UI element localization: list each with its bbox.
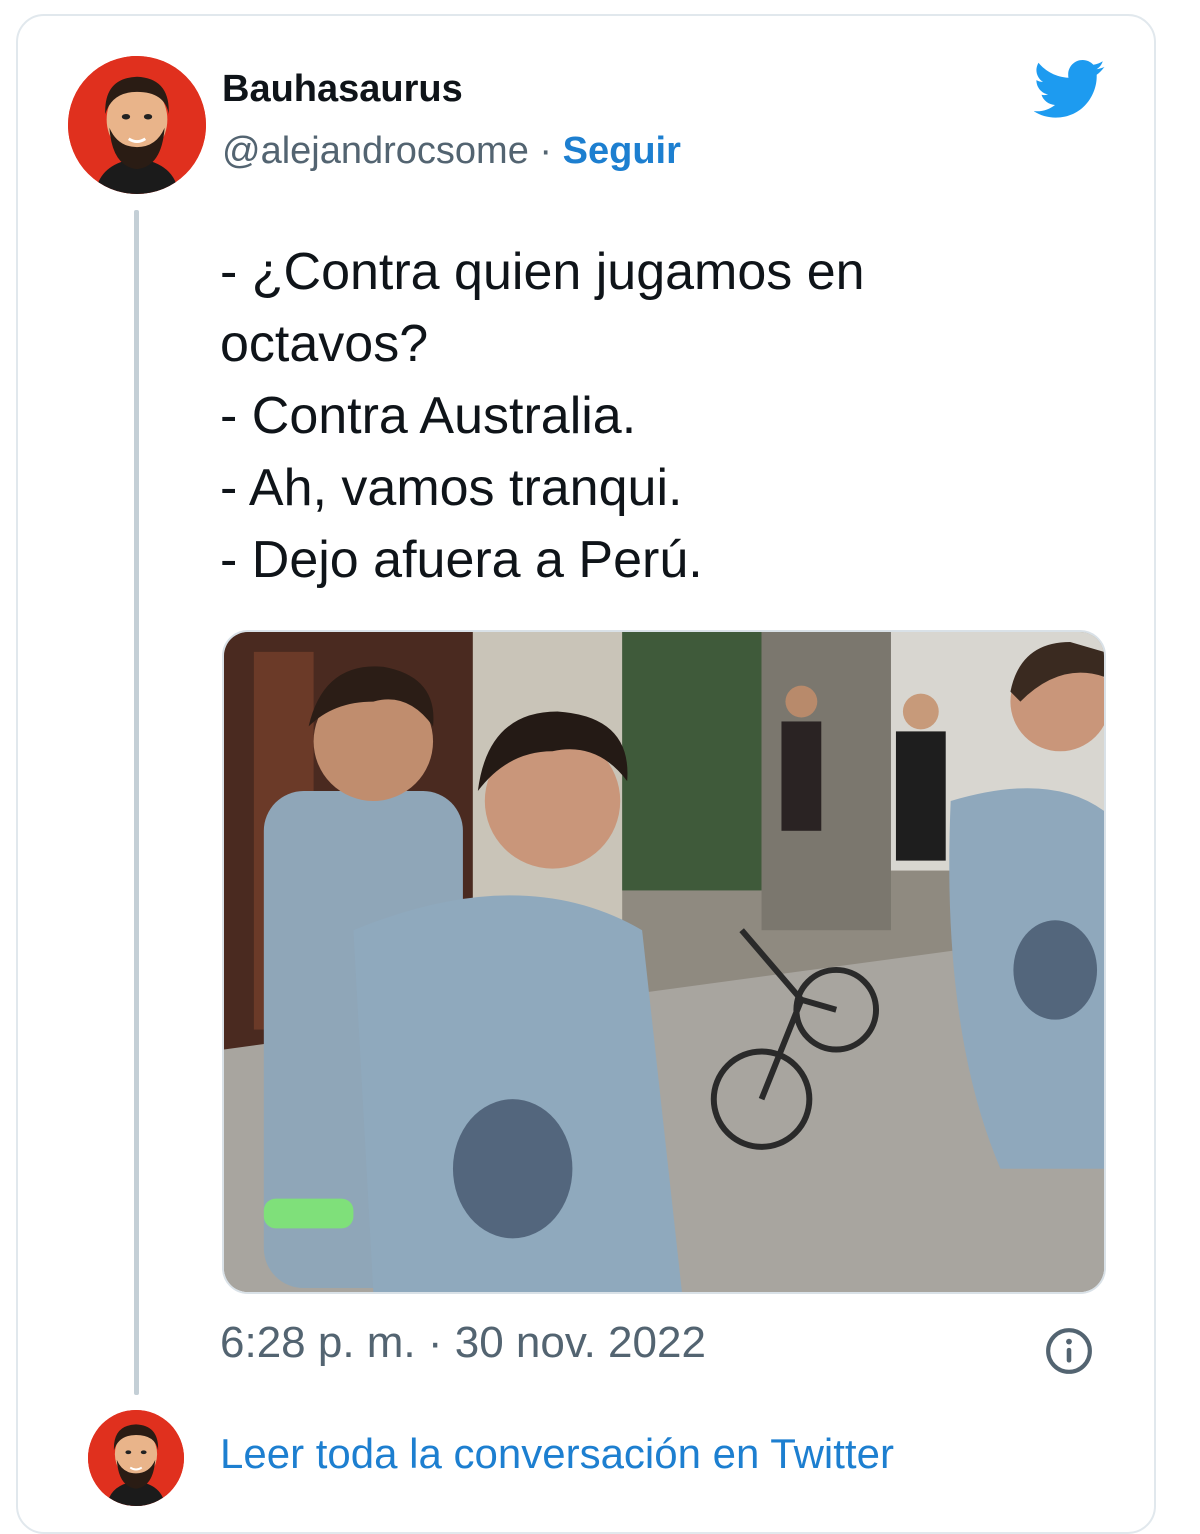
follow-button[interactable]: Seguir [563,130,681,172]
tweet-text-line: - Dejo afuera a Perú. [220,531,703,589]
thread-connector-line [134,210,139,1395]
read-conversation-link[interactable]: Leer toda la conversación en Twitter [220,1430,894,1478]
handle-separator: · [528,130,563,172]
twitter-bird-icon[interactable] [1034,58,1106,122]
tweet-text-line: - Ah, vamos tranqui. [220,459,683,517]
tweet-text-line: octavos? [220,315,429,373]
info-icon[interactable] [1044,1326,1094,1376]
author-handle-row: @alejandrocsome · Seguir [222,130,681,173]
author-handle[interactable]: @alejandrocsome [222,130,529,172]
author-avatar-small[interactable] [88,1410,184,1506]
tweet-text-line: - ¿Contra quien jugamos en [220,243,865,301]
tweet-timestamp[interactable]: 6:28 p. m. · 30 nov. 2022 [220,1318,706,1368]
tweet-text: - ¿Contra quien jugamos en octavos? - Co… [220,236,865,596]
tweet-text-line: - Contra Australia. [220,387,637,445]
photo-illustration [224,632,1104,1292]
author-display-name[interactable]: Bauhasaurus [222,68,463,111]
avatar-illustration [88,1410,184,1506]
author-avatar[interactable] [68,56,206,194]
avatar-illustration [68,56,206,194]
tweet-photo[interactable] [222,630,1106,1294]
